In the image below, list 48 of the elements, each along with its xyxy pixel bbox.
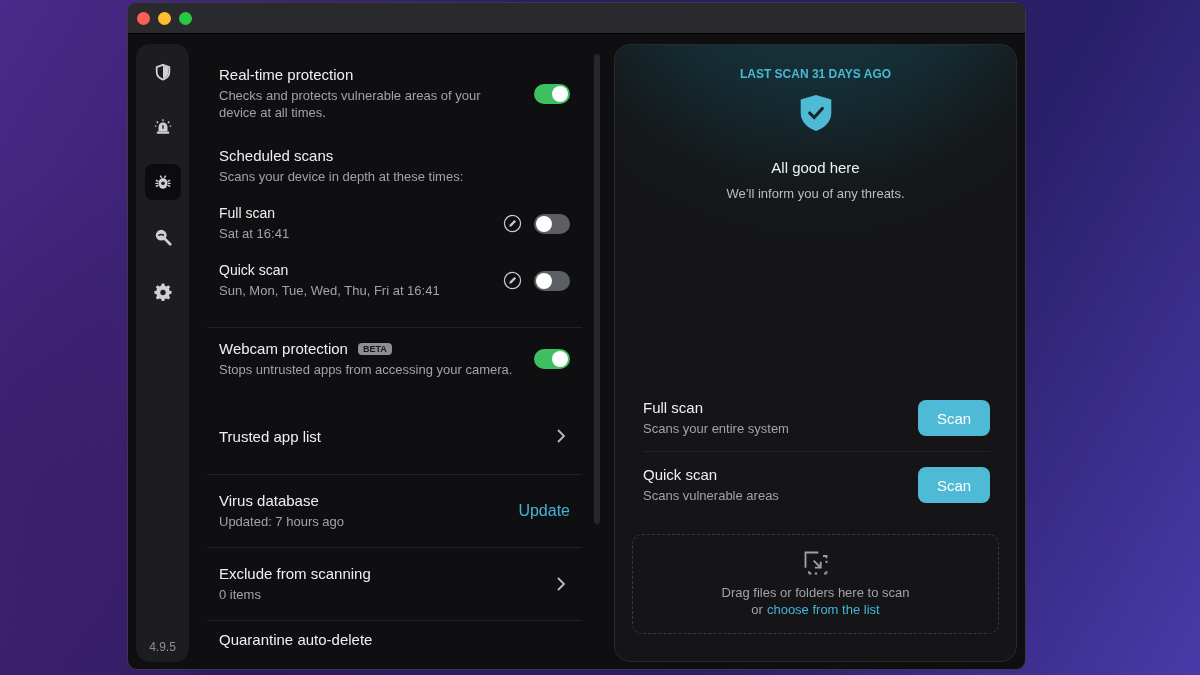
scan-title: Quick scan [643, 466, 719, 483]
status-subtitle: We’ll inform you of any threats. [726, 186, 905, 201]
last-scan-caption: LAST SCAN 31 DAYS AGO [739, 67, 892, 81]
chevron-right-icon[interactable] [556, 428, 566, 444]
toggle-switch[interactable] [534, 83, 570, 104]
setting-title: Quarantine auto-delete [219, 631, 373, 648]
drop-zone[interactable]: Drag files or folders here to scan or choose from the list [632, 534, 999, 634]
status-title: All good here [771, 159, 860, 176]
minimize-button[interactable] [158, 11, 171, 25]
update-link[interactable]: Update [518, 502, 570, 520]
settings-icon [153, 283, 172, 301]
setting-title: Exclude from scanning [219, 565, 371, 582]
shield-icon [153, 63, 172, 81]
setting-title: Webcam protection [219, 340, 348, 357]
toggle-switch[interactable] [534, 213, 570, 234]
setting-description: Stops untrusted apps from accessing your camera. [219, 361, 514, 378]
setting-title: Full scan [219, 205, 276, 221]
zoom-button[interactable] [179, 11, 192, 25]
search-icon [153, 228, 172, 246]
or-text: or [751, 602, 763, 617]
scan-title: Full scan [643, 399, 705, 416]
scan-description: Scans vulnerable areas [643, 487, 780, 504]
chevron-right-icon[interactable] [556, 576, 566, 592]
close-button[interactable] [137, 11, 150, 25]
scrollbar[interactable] [594, 54, 600, 524]
setting-description: Sat at 16:41 [219, 225, 291, 242]
scan-description: Scans your entire system [643, 420, 790, 437]
pencil-icon[interactable] [503, 214, 522, 233]
setting-description: Sun, Mon, Tue, Wed, Thu, Fri at 16:41 [219, 282, 441, 299]
setting-description: Checks and protects vulnerable areas of your device at all times. [219, 87, 482, 121]
setting-title: Trusted app list [219, 427, 321, 445]
setting-title: Real-time protection [219, 66, 354, 83]
setting-description: 0 items [219, 586, 262, 603]
alarm-icon [153, 118, 172, 136]
beta-badge: BETA [357, 342, 392, 355]
bug-icon [153, 173, 172, 191]
setting-description: Updated: 7 hours ago [219, 513, 346, 530]
version-label: 4.9.5 [149, 640, 176, 654]
pencil-icon[interactable] [503, 271, 522, 290]
setting-title: Scheduled scans [219, 147, 334, 164]
setting-description: Scans your device in depth at these times: [219, 168, 465, 185]
sidebar-item[interactable] [144, 164, 181, 200]
toggle-switch[interactable] [534, 349, 570, 369]
drop-instructions: Drag files or folders here to scan [721, 585, 910, 600]
choose-link[interactable]: choose from the list [766, 602, 880, 617]
setting-title: Quick scan [219, 262, 289, 278]
toggle-switch[interactable] [534, 270, 570, 291]
setting-title: Virus database [219, 492, 319, 509]
